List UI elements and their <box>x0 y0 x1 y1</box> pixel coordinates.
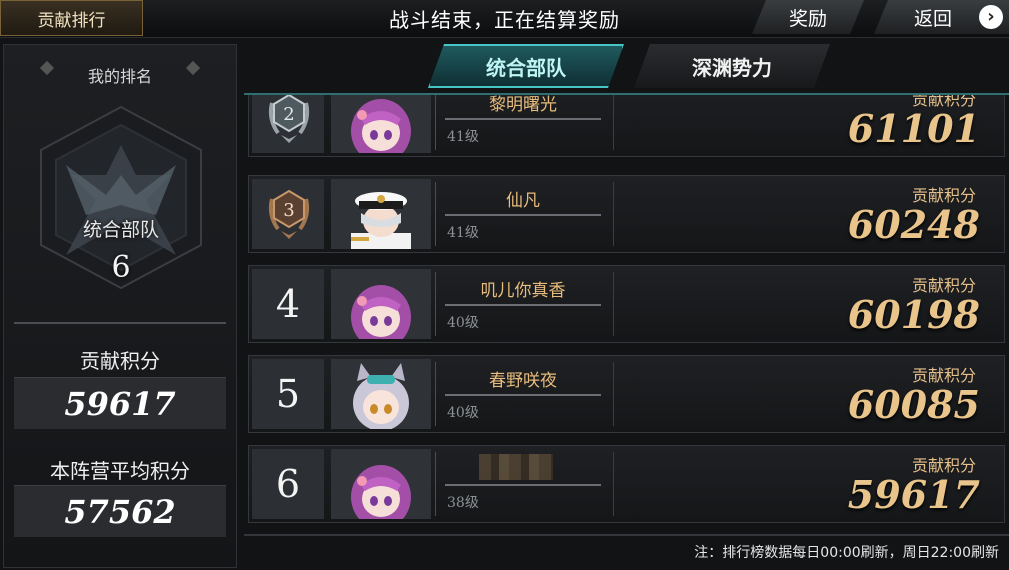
contribution-label: 贡献积分 <box>80 349 160 373</box>
rank-box: 3 <box>252 179 324 249</box>
separator <box>435 272 436 336</box>
ranking-list[interactable]: 2 黎明曙光 41级 贡献积分 61101 3 仙凡 41级 贡献积分 6024… <box>244 95 1009 533</box>
reward-button[interactable]: 奖励 <box>752 0 864 34</box>
name-underline <box>445 118 601 120</box>
player-level: 40级 <box>447 315 479 331</box>
player-level: 38级 <box>447 495 479 511</box>
contribution-value: 59617 <box>64 385 176 423</box>
player-name: 叽儿你真香 <box>480 281 566 301</box>
avatar[interactable] <box>331 95 431 153</box>
score-value: 59617 <box>847 472 980 517</box>
name-underline <box>445 214 601 216</box>
avatar-silver-hair-cat-ears-icon <box>331 359 431 429</box>
avatar[interactable] <box>331 359 431 429</box>
top-bar: 贡献排行 战斗结束，正在结算奖励 奖励 返回 › <box>0 0 1009 38</box>
avatar-pink-hair-girl-icon <box>331 95 431 153</box>
player-name: 春野咲夜 <box>489 371 557 391</box>
ranking-row: 3 仙凡 41级 贡献积分 60248 <box>248 175 1005 253</box>
score-value: 60198 <box>847 292 980 337</box>
bronze-medal-icon: 3 <box>268 189 310 239</box>
average-score-value-box: 57562 <box>14 485 226 537</box>
average-score-label: 本阵营平均积分 <box>50 459 190 483</box>
name-underline <box>445 304 601 306</box>
footer-divider <box>244 534 1009 536</box>
avatar[interactable] <box>331 179 431 249</box>
separator <box>613 182 614 246</box>
score-value: 60085 <box>847 382 980 427</box>
refresh-note: 注：排行榜数据每日00:00刷新，周日22:00刷新 <box>694 545 999 561</box>
my-team-name: 统合部队 <box>82 219 159 241</box>
tab-abyss-force[interactable]: 深渊势力 <box>634 44 830 88</box>
ranking-row: 2 黎明曙光 41级 贡献积分 61101 <box>248 95 1005 157</box>
my-rank-number: 6 <box>111 250 131 285</box>
my-rank-panel: 我的排名 统合部队 6 贡献积分 59617 本阵营平均积分 57562 <box>3 44 237 568</box>
avatar[interactable] <box>331 449 431 519</box>
medal-number: 3 <box>283 200 294 221</box>
tab-unified-force[interactable]: 统合部队 <box>428 44 624 88</box>
average-score-value: 57562 <box>64 493 176 531</box>
divider <box>14 322 226 324</box>
back-button[interactable]: 返回 › <box>874 0 1009 34</box>
player-name: 黎明曙光 <box>489 95 557 115</box>
player-name: 仙凡 <box>506 191 540 211</box>
player-level: 41级 <box>447 129 479 145</box>
player-level: 41级 <box>447 225 479 241</box>
rank-box: 5 <box>252 359 324 429</box>
separator <box>613 452 614 516</box>
avatar[interactable] <box>331 269 431 339</box>
rank-number: 4 <box>275 282 301 326</box>
score-value: 60248 <box>847 202 980 247</box>
separator <box>613 362 614 426</box>
chevron-right-icon: › <box>979 5 1003 29</box>
contribution-value-box: 59617 <box>14 377 226 429</box>
player-level: 40级 <box>447 405 479 421</box>
ranking-row: 5 春野咲夜 40级 贡献积分 60085 <box>248 355 1005 433</box>
medal-number: 2 <box>283 104 294 125</box>
back-button-label: 返回 <box>914 7 953 30</box>
separator <box>435 95 436 150</box>
name-underline <box>445 484 601 486</box>
ranking-row: 4 叽儿你真香 40级 贡献积分 60198 <box>248 265 1005 343</box>
separator <box>435 362 436 426</box>
avatar-pink-hair-girl-icon <box>331 269 431 339</box>
silver-medal-icon: 2 <box>268 95 310 143</box>
avatar-captain-icon <box>331 179 431 249</box>
avatar-pink-hair-girl-icon <box>331 449 431 519</box>
separator <box>613 272 614 336</box>
redacted-name <box>479 454 553 480</box>
my-rank-label: 我的排名 <box>87 67 152 86</box>
rank-number: 6 <box>275 462 301 506</box>
separator <box>613 95 614 150</box>
ranking-row-self: 6 38级 贡献积分 59617 <box>248 445 1005 523</box>
score-value: 61101 <box>847 106 980 151</box>
separator <box>435 452 436 516</box>
rank-box: 2 <box>252 95 324 153</box>
separator <box>435 182 436 246</box>
name-underline <box>445 394 601 396</box>
rank-box: 4 <box>252 269 324 339</box>
rank-box: 6 <box>252 449 324 519</box>
rank-number: 5 <box>275 372 301 416</box>
